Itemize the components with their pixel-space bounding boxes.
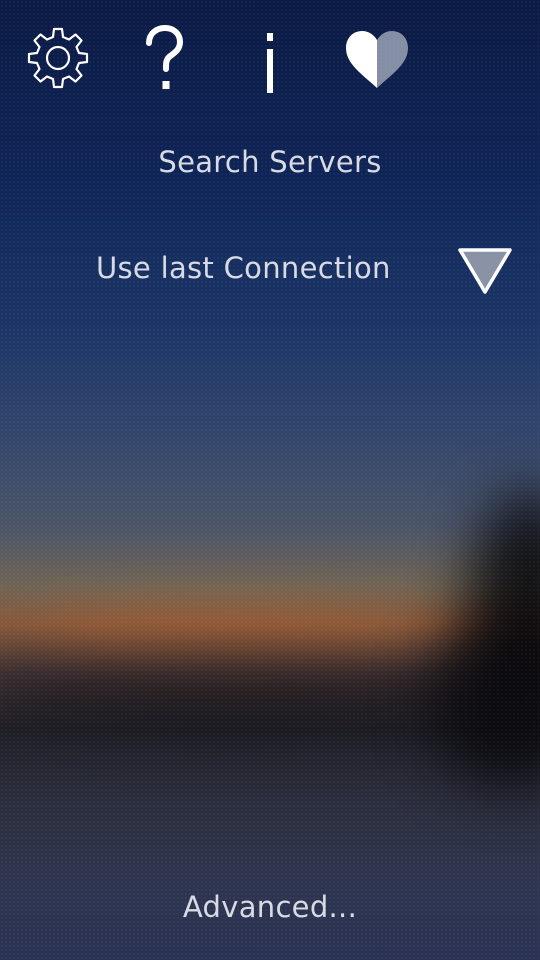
info-icon — [267, 33, 273, 93]
advanced-menu-item[interactable]: Advanced... — [0, 890, 540, 924]
search-servers-menu-item[interactable]: Search Servers — [0, 145, 540, 179]
connection-dropdown-button[interactable] — [452, 240, 518, 302]
app-screen: Search Servers Use last Connection Advan… — [0, 0, 540, 960]
background-tree — [470, 490, 540, 710]
settings-button[interactable] — [18, 20, 98, 100]
question-mark-icon — [146, 25, 184, 89]
heart-icon — [346, 31, 408, 88]
gear-icon — [27, 27, 89, 89]
top-toolbar — [0, 20, 540, 100]
use-last-connection-menu-item[interactable]: Use last Connection — [96, 251, 391, 285]
help-button[interactable] — [124, 20, 204, 100]
background-shoreline — [0, 660, 520, 730]
background-texture — [0, 0, 540, 960]
triangle-down-icon — [458, 248, 512, 294]
favorite-button[interactable] — [337, 20, 417, 100]
background-sunset-glow — [40, 610, 420, 660]
background-tree-base — [430, 610, 540, 790]
info-button[interactable] — [230, 20, 310, 100]
